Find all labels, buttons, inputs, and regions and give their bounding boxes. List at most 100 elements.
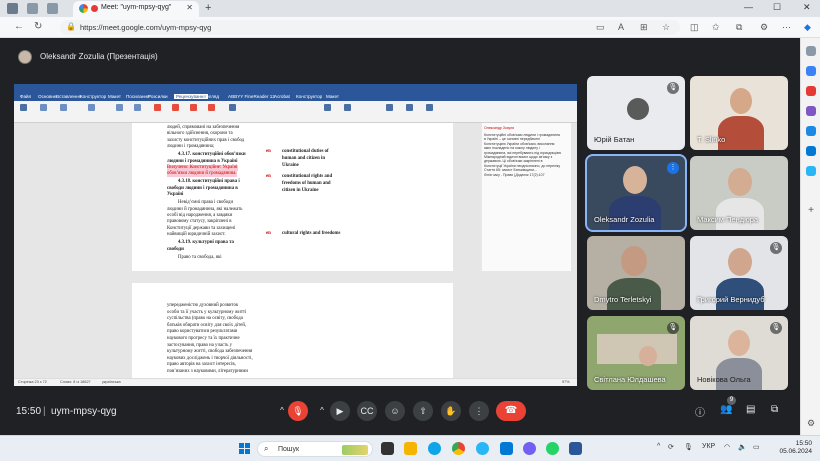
people-icon[interactable]: 👥 — [720, 404, 732, 415]
outlook-icon[interactable] — [806, 146, 816, 156]
document-line: людини й громадянина, які належать — [167, 206, 243, 212]
english-term: constitutional duties of — [282, 149, 329, 154]
sync-icon[interactable]: ⟳ — [668, 443, 674, 451]
participant-name: Dmytro Terletskyi — [594, 295, 652, 304]
camera-permission-icon[interactable]: ▭ — [596, 22, 605, 33]
leave-call-button[interactable]: ☎ — [496, 401, 526, 421]
maximize-icon[interactable]: ☐ — [773, 2, 781, 13]
url-text: https://meet.google.com/uym-mpsy-qyg — [80, 23, 212, 32]
taskbar-search[interactable]: ⌕ Пошук — [257, 441, 373, 457]
add-sidebar-app-icon[interactable]: + — [806, 206, 816, 216]
tab-actions-icon[interactable] — [47, 3, 58, 14]
participant-tile-6[interactable]: 🎙 Григорий Вернидуб — [690, 236, 788, 310]
telegram-icon[interactable] — [806, 166, 816, 176]
outlook-icon[interactable] — [500, 442, 513, 455]
mic-toggle-button[interactable]: 🎙 — [288, 401, 308, 421]
compare-icon — [386, 104, 393, 111]
present-button[interactable]: ⇧ — [413, 401, 433, 421]
file-explorer-icon[interactable] — [404, 442, 417, 455]
site-info-icon[interactable]: 🔒 — [66, 22, 76, 31]
volume-icon[interactable]: 🔈 — [738, 443, 747, 451]
chrome-icon[interactable] — [452, 442, 465, 455]
participant-tile-8[interactable]: 🎙 Новікова Ольга — [690, 316, 788, 390]
meeting-time: 15:50 — [16, 406, 42, 417]
participant-name: T. Slinko — [697, 135, 726, 144]
participant-video — [728, 168, 752, 196]
office-icon[interactable] — [806, 126, 816, 136]
edge-icon[interactable] — [428, 442, 441, 455]
telegram-icon[interactable] — [476, 442, 489, 455]
meeting-info-icon[interactable]: ⓘ — [695, 404, 705, 419]
more-menu-icon[interactable]: ⋯ — [782, 22, 791, 33]
favorite-icon[interactable]: ☆ — [662, 22, 670, 33]
copilot-icon[interactable]: ◆ — [804, 22, 811, 33]
participant-tile-7[interactable]: 🎙 Світлана Юлдашева — [587, 316, 685, 390]
task-view-icon[interactable] — [381, 442, 394, 455]
whatsapp-icon[interactable] — [546, 442, 559, 455]
start-button[interactable] — [239, 443, 250, 454]
read-aloud-icon[interactable]: A — [618, 22, 624, 32]
audio-options-icon[interactable]: ^ — [276, 401, 288, 421]
comment-line: Лінія часу - Право (Додаток 17(2):107 — [484, 172, 545, 177]
sidebar-settings-icon[interactable]: ⚙ — [806, 418, 816, 428]
mic-off-icon: 🎙 — [770, 242, 782, 254]
close-window-icon[interactable]: ✕ — [803, 2, 811, 13]
windows-taskbar: ⌕ Пошук ^ ⟳ 🎙 УКР ◠ 🔈 ▭ 15:50 05.06.2024 — [0, 435, 820, 461]
tools-icon[interactable] — [806, 86, 816, 96]
word-icon[interactable] — [569, 442, 582, 455]
split-screen-icon[interactable]: ◫ — [690, 22, 699, 33]
close-tab-icon[interactable]: ✕ — [186, 3, 193, 12]
profile-icon[interactable] — [7, 3, 18, 14]
spelling-icon — [88, 104, 95, 111]
taskbar-clock[interactable]: 15:50 05.06.2024 — [778, 440, 812, 456]
address-bar[interactable]: 🔒 https://meet.google.com/uym-mpsy-qyg — [60, 20, 680, 35]
participant-tile-2[interactable]: T. Slinko — [690, 76, 788, 150]
delete-comment-icon — [172, 104, 179, 111]
install-app-icon[interactable]: ⊞ — [640, 22, 648, 33]
language-indicator[interactable]: УКР — [702, 443, 715, 450]
participant-tile-1[interactable]: 🎙 Юрій Батан — [587, 76, 685, 150]
document-line: Вилучено: Конституційне: Україні — [167, 165, 238, 171]
back-icon[interactable]: ← — [14, 21, 24, 32]
participant-name: Максим Пендюра — [697, 215, 759, 224]
document-page-2: упередженістю духовний розвиток особи та … — [132, 283, 453, 378]
participant-tile-4[interactable]: Максим Пендюра — [690, 156, 788, 230]
captions-button[interactable]: CC — [357, 401, 377, 421]
battery-icon[interactable]: ▭ — [753, 443, 760, 451]
raise-hand-button[interactable]: ✋ — [441, 401, 461, 421]
comment-author: Олександр Зозуля — [484, 126, 515, 130]
ribbon-tab: Макет — [326, 94, 340, 99]
ribbon-tab: Файл — [20, 94, 32, 99]
participant-name: Світлана Юлдашева — [594, 375, 666, 384]
ribbon-tab: Конструктор — [80, 94, 107, 99]
participant-tile-5[interactable]: Dmytro Terletskyi — [587, 236, 685, 310]
meet-area: Oleksandr Zozulia (Презентація) Файл Осно… — [0, 38, 800, 435]
speaking-icon: ⋮ — [667, 162, 679, 174]
reload-icon[interactable]: ↻ — [34, 21, 42, 32]
activities-icon[interactable]: ⧉ — [771, 404, 778, 415]
workspaces-icon[interactable] — [27, 3, 38, 14]
search-icon[interactable] — [806, 46, 816, 56]
chat-icon[interactable]: ▤ — [746, 404, 755, 415]
minimize-icon[interactable]: — — [744, 2, 753, 12]
video-options-icon[interactable]: ^ — [316, 401, 328, 421]
document-line: правовому статусу, закріплені в — [167, 219, 232, 225]
new-tab-button[interactable]: + — [205, 2, 211, 14]
games-icon[interactable] — [806, 106, 816, 116]
wifi-icon[interactable]: ◠ — [724, 443, 730, 451]
participant-video — [627, 98, 649, 120]
more-options-button[interactable]: ⋮ — [469, 401, 489, 421]
clock-time: 15:50 — [795, 440, 812, 447]
favorites-icon[interactable]: ✩ — [712, 22, 720, 33]
extensions-icon[interactable]: ⚙ — [760, 22, 768, 33]
collections-icon[interactable]: ⧉ — [736, 22, 742, 33]
viber-icon[interactable] — [523, 442, 536, 455]
mic-tray-icon[interactable]: 🎙 — [684, 443, 693, 451]
camera-toggle-button[interactable]: ▶ — [330, 401, 350, 421]
shopping-icon[interactable] — [806, 66, 816, 76]
browser-tab-meet[interactable]: Meet: "uym-mpsy-qyg" ✕ — [73, 1, 199, 17]
tray-overflow-icon[interactable]: ^ — [657, 443, 660, 450]
prev-comment-icon — [190, 104, 197, 111]
emoji-button[interactable]: ☺ — [385, 401, 405, 421]
participant-tile-3[interactable]: ⋮ Oleksandr Zozulia — [585, 154, 687, 232]
